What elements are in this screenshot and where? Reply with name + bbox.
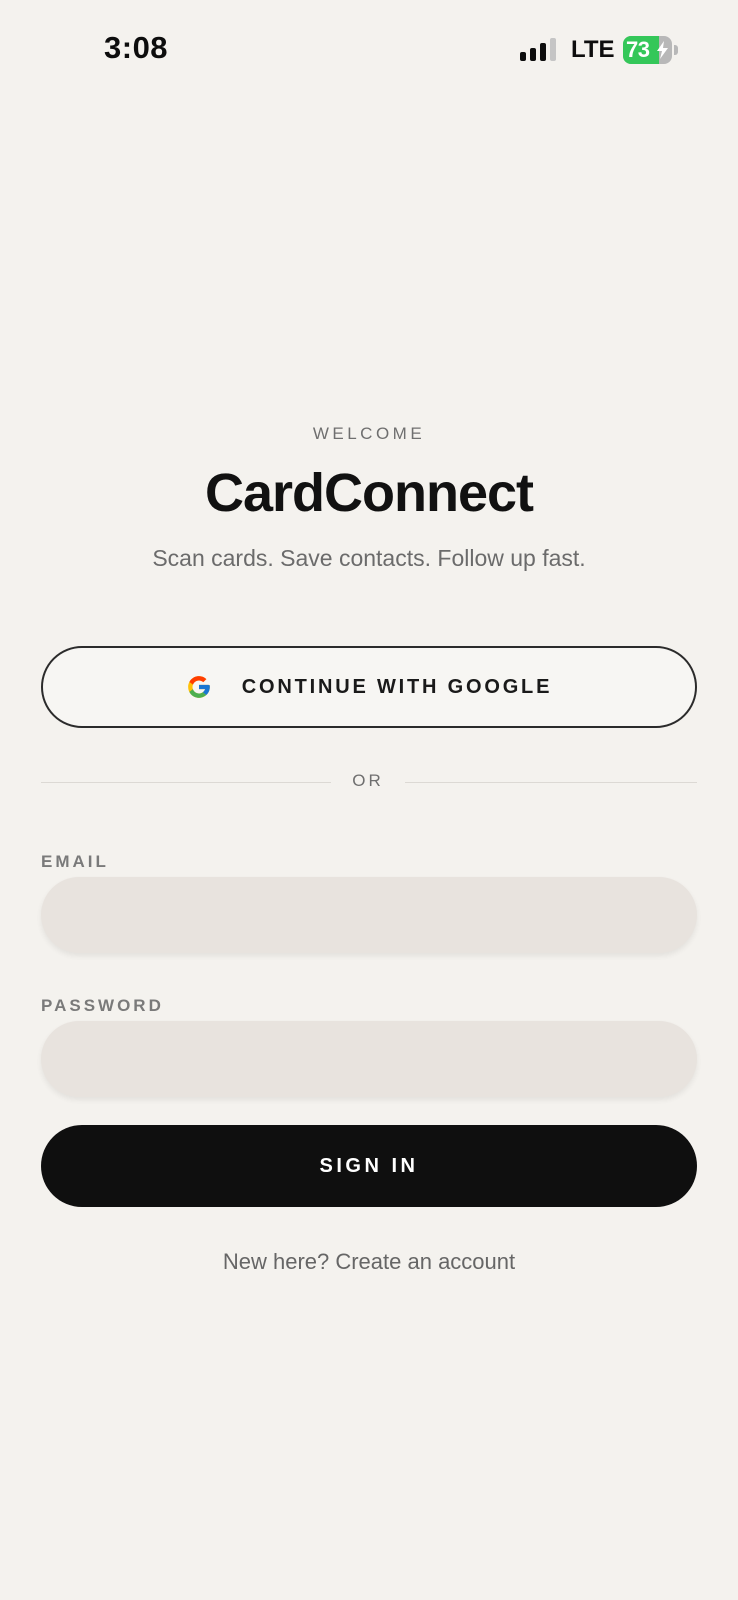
battery-icon: 73	[623, 36, 679, 64]
or-divider: OR	[41, 770, 697, 794]
battery-body: 73	[623, 36, 672, 64]
welcome-eyebrow: WELCOME	[312, 424, 426, 443]
google-icon	[187, 676, 210, 698]
status-time: 3:08	[104, 30, 169, 65]
or-label: OR	[352, 771, 384, 790]
battery-level: 73	[626, 37, 650, 62]
google-button-label: CONTINUE WITH GOOGLE	[241, 675, 553, 698]
divider-line-left	[41, 782, 331, 783]
signal-bar	[530, 48, 536, 61]
sign-in-button[interactable]: SIGN IN	[41, 1125, 697, 1207]
login-screen: 3:08 LTE 73 WELCOME CardConnect Scan car…	[0, 0, 738, 1600]
divider-line-right	[405, 782, 697, 783]
continue-with-google-button[interactable]: CONTINUE WITH GOOGLE	[41, 646, 697, 728]
tagline: Scan cards. Save contacts. Follow up fas…	[152, 545, 586, 571]
email-field[interactable]	[41, 877, 697, 953]
network-label: LTE	[571, 36, 615, 63]
app-title: CardConnect	[204, 463, 534, 523]
password-label: PASSWORD	[41, 996, 164, 1015]
create-account-link[interactable]: New here? Create an account	[0, 1249, 738, 1275]
email-label: EMAIL	[41, 852, 109, 871]
password-field[interactable]	[41, 1021, 697, 1097]
signal-bar	[540, 43, 546, 61]
signal-bar	[520, 52, 526, 61]
signal-icon	[520, 38, 556, 61]
charging-bolt-icon	[657, 41, 668, 59]
signal-bar	[550, 38, 556, 61]
sign-in-label: SIGN IN	[319, 1154, 419, 1177]
battery-cap	[674, 45, 678, 55]
